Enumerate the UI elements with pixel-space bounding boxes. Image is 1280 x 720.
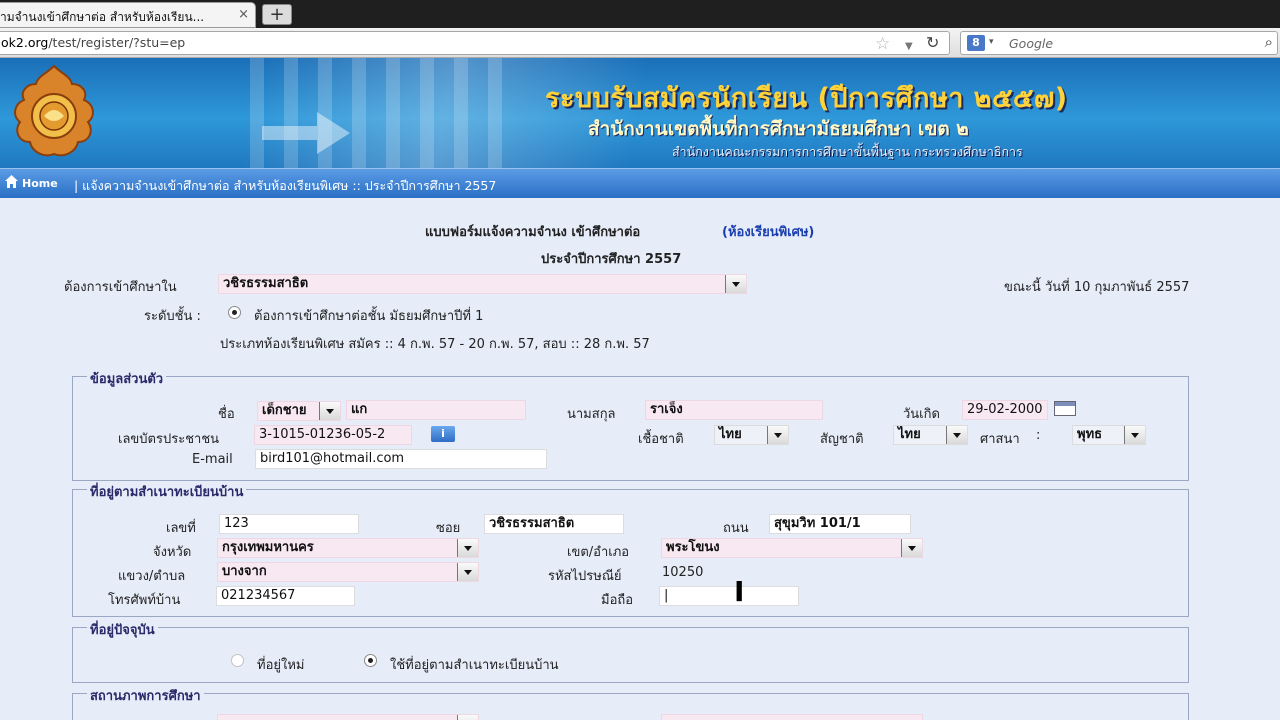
education-select-2[interactable] (661, 714, 923, 720)
tab-title: ามจำนงเข้าศึกษาต่อ สำหรับห้องเรียน... (0, 10, 205, 24)
form-heading: แบบฟอร์มแจ้งความจำนง เข้าศึกษาต่อ (425, 225, 641, 240)
magnifier-icon[interactable]: ⌕ (1265, 33, 1273, 51)
chevron-down-icon[interactable] (457, 539, 478, 557)
postcode-label: รหัสไปรษณีย์ (548, 569, 622, 584)
search-engine-icon[interactable]: 8 (967, 35, 985, 51)
level-label: ระดับชั้น : (144, 309, 201, 324)
home-icon[interactable] (4, 174, 19, 189)
phone-input[interactable]: 021234567 (216, 586, 355, 606)
house-no-input[interactable]: 123 (219, 514, 359, 534)
chevron-down-icon[interactable] (319, 402, 340, 420)
banner-title: ระบบรับสมัครนักเรียน (ปีการศึกษา ๒๕๕๗) (545, 83, 1068, 114)
prefix-select[interactable]: เด็กชาย (257, 401, 341, 421)
road-input[interactable]: สุขุมวิท 101/1 (769, 514, 911, 534)
surname-label: นามสกุล (567, 407, 616, 422)
id-input[interactable]: 3-1015-01236-05-2 (254, 425, 412, 445)
section-legend: สถานภาพการศึกษา (87, 685, 204, 706)
postcode-value: 10250 (662, 565, 704, 580)
text-cursor-icon: I (734, 575, 745, 608)
province-label: จังหวัด (153, 545, 192, 560)
form-page: แบบฟอร์มแจ้งความจำนง เข้าศึกษาต่อ (ห้องเ… (0, 198, 1280, 720)
calendar-icon[interactable] (1054, 401, 1076, 416)
url-path: /test/register/?stu=ep (48, 35, 186, 50)
chevron-down-icon[interactable] (946, 426, 967, 444)
chevron-down-icon[interactable] (1124, 426, 1145, 444)
religion-select[interactable]: พุทธ (1072, 425, 1146, 445)
banner-subtitle: สำนักงานเขตพื้นที่การศึกษามัธยมศึกษา เขต… (588, 118, 969, 140)
school-select[interactable]: วชิรธรรมสาธิต (218, 274, 747, 294)
mobile-label: มือถือ (601, 593, 634, 608)
special-class-schedule: ประเภทห้องเรียนพิเศษ สมัคร :: 4 ก.พ. 57 … (220, 337, 650, 352)
level-radio[interactable] (228, 306, 241, 319)
soi-input[interactable]: วชิรธรรมสาธิต (484, 514, 624, 534)
header-banner: ระบบรับสมัครนักเรียน (ปีการศึกษา ๒๕๕๗) ส… (0, 58, 1280, 168)
breadcrumb: Home | แจ้งความจำนงเข้าศึกษาต่อ สำหรับห้… (0, 168, 1280, 198)
personal-info-section: ข้อมูลส่วนตัว (72, 368, 1189, 481)
section-legend: ที่อยู่ตามสำเนาทะเบียนบ้าน (87, 481, 247, 502)
religion-separator: : (1036, 428, 1041, 443)
chevron-down-icon[interactable] (901, 539, 922, 557)
level-value: ต้องการเข้าศึกษาต่อชั้น มัธยมศึกษาปีที่ … (254, 309, 484, 324)
mobile-input[interactable]: | (659, 586, 799, 606)
nav-bar: ok2.org/test/register/?stu=ep ☆ ▼ ↻ 8 ▾ … (0, 28, 1280, 58)
nationality-select[interactable]: ไทย (893, 425, 968, 445)
district-label: เขต/อำเภอ (567, 545, 630, 560)
url-host: ok2.org (1, 35, 49, 50)
search-bar[interactable]: 8 ▾ Google ⌕ (960, 31, 1278, 55)
same-address-label: ใช้ที่อยู่ตามสำเนาทะเบียนบ้าน (390, 658, 559, 673)
same-address-radio[interactable] (364, 654, 377, 667)
road-label: ถนน (723, 521, 749, 536)
section-legend: ที่อยู่ปัจจุบัน (87, 619, 158, 640)
banner-subtitle-small: สำนักงานคณะกรรมการการศึกษาขั้นพื้นฐาน กร… (672, 144, 1023, 159)
current-date: ขณะนี้ วันที่ 10 กุมภาพันธ์ 2557 (1004, 280, 1190, 295)
bookmark-star-icon[interactable]: ☆ (875, 33, 890, 55)
id-label: เลขบัตรประชาชน (118, 432, 220, 447)
year-heading: ประจำปีการศึกษา 2557 (541, 252, 682, 267)
surname-input[interactable]: ราเจ็ง (645, 400, 823, 420)
birthdate-label: วันเกิด (903, 407, 940, 422)
chevron-down-icon[interactable] (457, 715, 478, 720)
new-tab-button[interactable]: + (262, 4, 292, 25)
chevron-down-icon[interactable]: ▼ (905, 36, 913, 58)
address-bar[interactable]: ok2.org/test/register/?stu=ep ☆ ▼ ↻ (0, 31, 950, 55)
chevron-down-icon[interactable] (725, 275, 746, 293)
chevron-down-icon[interactable]: ▾ (989, 37, 994, 47)
tab-strip: ามจำนงเข้าศึกษาต่อ สำหรับห้องเรียน... × … (0, 0, 1280, 28)
soi-label: ซอย (436, 521, 461, 536)
special-class-link[interactable]: (ห้องเรียนพิเศษ) (722, 221, 814, 242)
chevron-down-icon[interactable] (767, 426, 788, 444)
email-label: E-mail (192, 452, 233, 467)
email-input[interactable]: bird101@hotmail.com (255, 449, 547, 469)
race-label: เชื้อชาติ (638, 432, 684, 447)
chevron-down-icon[interactable] (457, 563, 478, 581)
breadcrumb-path: | แจ้งความจำนงเข้าศึกษาต่อ สำหรับห้องเรี… (74, 178, 497, 193)
education-select[interactable] (217, 714, 479, 720)
district-select[interactable]: พระโขนง (661, 538, 923, 558)
new-address-radio[interactable] (231, 654, 244, 667)
close-icon[interactable]: × (238, 7, 249, 22)
school-label: ต้องการเข้าศึกษาใน (64, 280, 177, 295)
house-no-label: เลขที่ (166, 521, 196, 536)
religion-label: ศาสนา (980, 432, 1020, 447)
browser-tab[interactable]: ามจำนงเข้าศึกษาต่อ สำหรับห้องเรียน... × (0, 2, 256, 28)
arrow-graphic (262, 112, 350, 154)
subdistrict-select[interactable]: บางจาก (217, 562, 479, 582)
reload-icon[interactable]: ↻ (926, 32, 939, 54)
emblem-logo (14, 64, 94, 157)
subdistrict-label: แขวง/ตำบล (118, 569, 186, 584)
phone-label: โทรศัพท์บ้าน (108, 593, 181, 608)
name-label: ชื่อ (218, 407, 235, 422)
new-address-label: ที่อยู่ใหม่ (257, 658, 305, 673)
province-select[interactable]: กรุงเทพมหานคร (217, 538, 479, 558)
breadcrumb-home-link[interactable]: Home (22, 177, 58, 190)
search-input[interactable]: Google (1009, 36, 1053, 51)
info-icon[interactable]: i (431, 426, 455, 442)
birthdate-input[interactable]: 29-02-2000 (962, 400, 1048, 420)
race-select[interactable]: ไทย (714, 425, 789, 445)
section-legend: ข้อมูลส่วนตัว (87, 368, 167, 389)
nationality-label: สัญชาติ (820, 432, 864, 447)
first-name-input[interactable]: แก (346, 400, 526, 420)
